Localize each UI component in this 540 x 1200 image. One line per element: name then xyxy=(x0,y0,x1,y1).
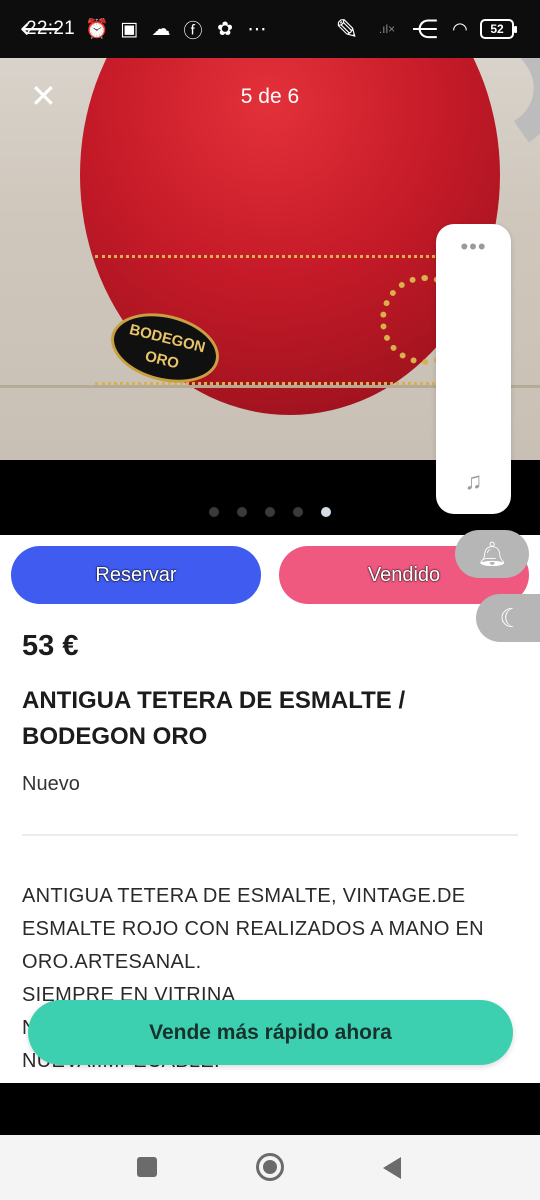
alarm-icon: ⏰ xyxy=(85,19,109,40)
more-notifications-icon: ⋯ xyxy=(247,18,267,40)
status-right: ✎ .ıl× ⋲ ◠ 52 xyxy=(330,14,517,45)
floating-side-panel[interactable]: ••• ♫ xyxy=(436,224,511,514)
gallery-dot[interactable] xyxy=(293,507,303,517)
bottom-black-bar xyxy=(0,1083,540,1135)
status-time: 22:21 xyxy=(26,18,76,39)
status-bar: ⟵ 22:21 ⏰ ▣ ☁ ⓕ ✿ ⋯ ✎ .ıl× ⋲ ◠ 52 xyxy=(0,0,540,58)
music-icon[interactable]: ♫ xyxy=(436,468,511,496)
facebook-icon: ⓕ xyxy=(183,20,203,42)
gallery-dot[interactable] xyxy=(237,507,247,517)
edit-pencil-icon[interactable]: ✎ xyxy=(330,14,364,45)
sell-faster-button[interactable]: Vende más rápido ahora xyxy=(28,1000,513,1065)
moon-icon[interactable]: ☾ xyxy=(476,594,540,642)
gallery-dot[interactable] xyxy=(265,507,275,517)
signal-icon: .ıl× xyxy=(378,22,396,36)
wifi-icon: ◠ xyxy=(452,18,468,39)
reserve-button[interactable]: Reservar xyxy=(11,546,261,604)
nfc-icon: ▣ xyxy=(120,18,139,40)
home-icon[interactable] xyxy=(256,1153,284,1181)
cloud-icon: ☁ xyxy=(151,18,171,40)
gallery-dot[interactable] xyxy=(209,507,219,517)
product-title: ANTIGUA TETERA DE ESMALTE / BODEGON ORO xyxy=(22,687,406,750)
share-icon[interactable]: ⋲ xyxy=(410,14,440,44)
gallery-dot-active[interactable] xyxy=(321,507,331,517)
panel-menu-icon[interactable]: ••• xyxy=(436,236,511,258)
status-left: 22:21 ⏰ ▣ ☁ ⓕ ✿ ⋯ xyxy=(26,18,267,42)
system-nav-bar xyxy=(0,1135,540,1200)
product-condition: Nuevo xyxy=(22,773,80,795)
back-icon[interactable] xyxy=(383,1157,401,1179)
divider xyxy=(22,834,518,836)
bell-icon[interactable]: 🔔︎ xyxy=(455,530,529,578)
product-price: 53 € xyxy=(22,630,79,662)
battery-icon: 52 xyxy=(480,19,517,39)
image-counter: 5 de 6 xyxy=(240,85,300,108)
recent-apps-icon[interactable] xyxy=(137,1157,157,1177)
chat-icon: ✿ xyxy=(217,18,233,40)
